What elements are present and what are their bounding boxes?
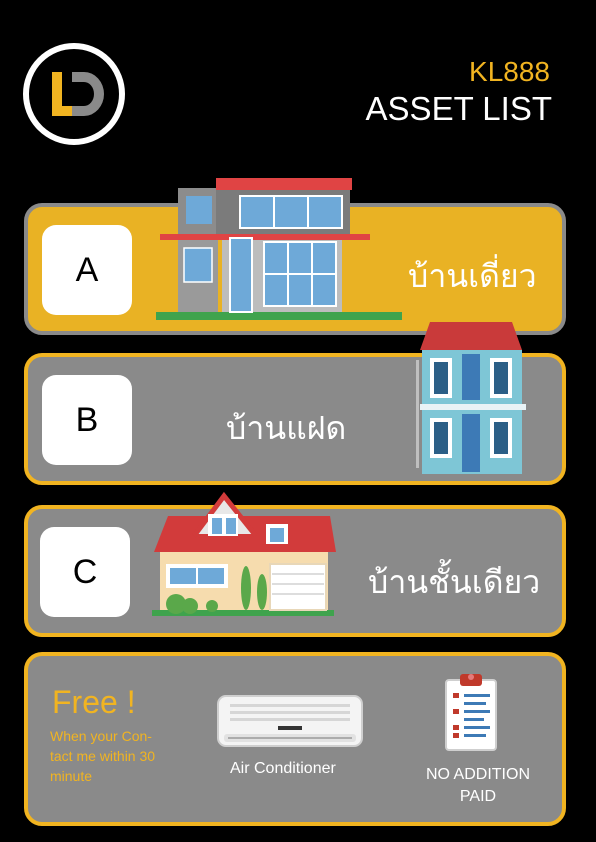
- air-conditioner-label: Air Conditioner: [230, 760, 336, 777]
- checklist-icon: [445, 674, 497, 751]
- promo-text-line: When your Con-: [50, 728, 152, 744]
- promo-text-line: minute: [50, 768, 93, 784]
- townhouse-icon: [416, 322, 526, 474]
- page-title: ASSET LIST: [365, 90, 552, 127]
- paid-label-line: NO ADDITION: [425, 766, 530, 783]
- asset-label-b: บ้านแฝด: [226, 409, 347, 447]
- asset-label-a: บ้านเดี่ยว: [408, 257, 537, 295]
- promo-text: When your Con- tact me within 30 minute: [50, 726, 195, 786]
- no-addition-paid-label: NO ADDITION PAID: [408, 764, 548, 808]
- asset-letter-b: B: [42, 375, 132, 465]
- air-conditioner-icon: [217, 695, 363, 747]
- asset-letter-c: C: [40, 527, 130, 617]
- asset-letter-a: A: [42, 225, 132, 315]
- ld-logo: [23, 43, 125, 145]
- promo-title: Free !: [52, 684, 136, 720]
- paid-label-line: PAID: [459, 788, 497, 805]
- modern-house-icon: [156, 178, 402, 320]
- asset-code: KL888: [469, 56, 550, 87]
- single-storey-house-icon: [152, 491, 336, 616]
- asset-label-c: บ้านชั้นเดียว: [368, 563, 541, 601]
- promo-text-line: tact me within 30: [50, 748, 156, 764]
